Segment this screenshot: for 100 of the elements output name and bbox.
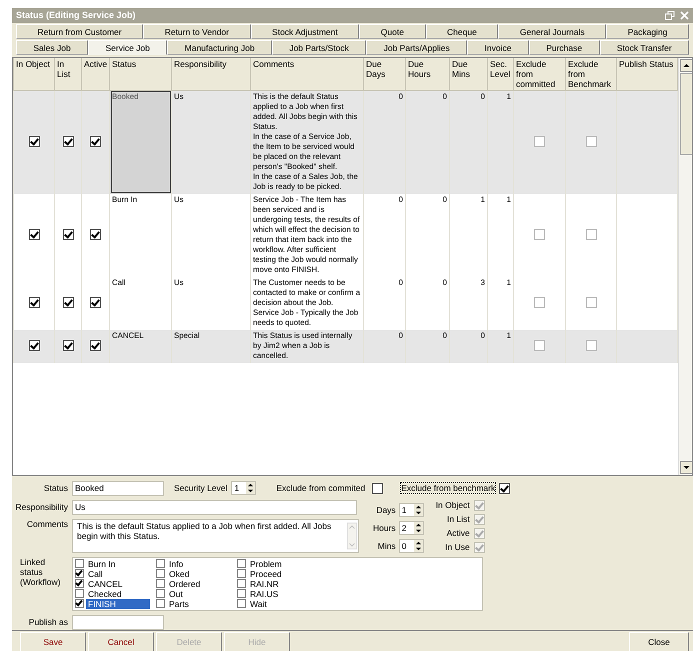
checkbox[interactable] xyxy=(237,579,246,588)
checkbox[interactable] xyxy=(90,229,101,240)
duration-spinner[interactable]: 1 xyxy=(398,502,424,517)
checkbox[interactable] xyxy=(90,136,101,148)
field-label: Security Level xyxy=(174,483,228,494)
checkbox[interactable] xyxy=(534,136,545,148)
checkbox[interactable] xyxy=(28,340,40,352)
restore-icon[interactable] xyxy=(665,10,675,20)
checkbox[interactable] xyxy=(75,579,84,588)
checkbox[interactable] xyxy=(75,559,84,568)
checkbox[interactable] xyxy=(75,569,84,578)
checkbox[interactable] xyxy=(156,589,165,598)
tab[interactable]: Sales Job xyxy=(16,40,88,55)
checkbox[interactable] xyxy=(28,297,40,308)
field-label: Publish as xyxy=(28,617,68,628)
window-title: Status (Editing Service Job) xyxy=(16,10,136,20)
checkbox[interactable] xyxy=(62,340,74,352)
checkbox[interactable] xyxy=(586,136,596,148)
checkbox[interactable] xyxy=(28,136,40,148)
list-item[interactable]: Call xyxy=(86,568,150,579)
column-header[interactable]: Exclude from Benchmark xyxy=(566,58,616,90)
tab[interactable]: Quote xyxy=(359,24,426,39)
checkbox[interactable] xyxy=(237,569,246,578)
comments-field[interactable]: This is the default Status applied to a Job when first added. All Jobs begin with this Status. xyxy=(72,518,359,553)
tab[interactable]: Cheque xyxy=(426,24,498,39)
column-header[interactable]: Due Hours xyxy=(406,58,450,90)
tab[interactable]: Purchase xyxy=(528,40,600,55)
list-item[interactable]: RAI.US xyxy=(248,588,312,599)
list-item[interactable]: Proceed xyxy=(248,568,312,579)
checkbox[interactable] xyxy=(237,599,246,608)
column-header[interactable]: Due Days xyxy=(364,58,406,90)
column-header[interactable]: Exclude from committed xyxy=(514,58,566,90)
list-item[interactable]: Problem xyxy=(248,558,312,569)
list-item[interactable]: FINISH xyxy=(86,598,150,609)
tab[interactable]: Manufacturing Job xyxy=(167,40,272,55)
list-item[interactable]: Parts xyxy=(167,598,231,609)
tab[interactable]: Job Parts/Stock xyxy=(272,40,366,55)
column-header[interactable]: Due Mins xyxy=(450,58,488,90)
list-item[interactable]: Wait xyxy=(248,598,312,609)
tab[interactable]: Invoice xyxy=(467,40,529,55)
column-header[interactable]: Publish Status xyxy=(616,58,678,90)
column-header[interactable]: Status xyxy=(110,58,172,90)
list-item[interactable]: RAI.NR xyxy=(248,578,312,589)
tab[interactable]: Stock Adjustment xyxy=(250,24,360,39)
tab[interactable]: General Journals xyxy=(498,24,606,39)
duration-spinner[interactable]: 2 xyxy=(398,520,424,535)
list-item[interactable]: Info xyxy=(167,558,231,569)
column-header[interactable]: Comments xyxy=(250,58,364,90)
dialog-button[interactable]: Save xyxy=(20,632,86,651)
checkbox[interactable] xyxy=(372,482,384,494)
field-label: Comments xyxy=(26,518,68,529)
checkbox[interactable] xyxy=(586,340,596,352)
status-field[interactable]: Booked xyxy=(72,480,164,496)
column-header[interactable]: In List xyxy=(54,58,82,90)
checkbox[interactable] xyxy=(586,297,596,308)
column-header[interactable]: In Object xyxy=(14,58,54,90)
column-header[interactable]: Responsibility xyxy=(172,58,250,90)
tab[interactable]: Return to Vendor xyxy=(143,24,251,39)
list-item[interactable]: Checked xyxy=(86,588,150,599)
scroll-up-icon[interactable] xyxy=(680,58,692,72)
checkbox[interactable] xyxy=(90,340,101,352)
duration-spinner[interactable]: 0 xyxy=(398,538,424,553)
checkbox[interactable] xyxy=(62,136,74,148)
checkbox[interactable] xyxy=(499,482,510,494)
dialog-button[interactable]: Cancel xyxy=(88,632,154,651)
tab[interactable]: Packaging xyxy=(606,24,689,39)
checkbox[interactable] xyxy=(75,589,84,598)
checkbox[interactable] xyxy=(237,589,246,598)
checkbox[interactable] xyxy=(156,569,165,578)
checkbox[interactable] xyxy=(156,559,165,568)
checkbox[interactable] xyxy=(156,599,165,608)
vertical-scrollbar[interactable] xyxy=(678,58,692,475)
list-item[interactable]: Ordered xyxy=(167,578,231,589)
checkbox[interactable] xyxy=(534,297,545,308)
list-item[interactable]: Oked xyxy=(167,568,231,579)
close-button[interactable]: Close xyxy=(629,632,689,651)
tab[interactable]: Service Job xyxy=(88,40,168,55)
column-header[interactable]: Sec. Level xyxy=(488,58,514,90)
checkbox[interactable] xyxy=(534,229,545,240)
tab[interactable]: Stock Transfer xyxy=(600,40,690,55)
checkbox[interactable] xyxy=(534,340,545,352)
checkbox[interactable] xyxy=(28,229,40,240)
checkbox[interactable] xyxy=(75,599,84,608)
scroll-down-icon[interactable] xyxy=(680,460,692,474)
publish-as-field[interactable] xyxy=(72,614,164,630)
list-item[interactable]: Burn In xyxy=(86,558,150,569)
column-header[interactable]: Active xyxy=(82,58,110,90)
list-item[interactable]: Out xyxy=(167,588,231,599)
checkbox[interactable] xyxy=(62,297,74,308)
checkbox[interactable] xyxy=(156,579,165,588)
tab[interactable]: Job Parts/Applies xyxy=(366,40,468,55)
checkbox[interactable] xyxy=(237,559,246,568)
list-item[interactable]: CANCEL xyxy=(86,578,150,589)
checkbox[interactable] xyxy=(90,297,101,308)
tab[interactable]: Return from Customer xyxy=(16,24,144,39)
security-level-spinner[interactable]: 1 xyxy=(231,481,256,496)
checkbox[interactable] xyxy=(586,229,596,240)
checkbox[interactable] xyxy=(62,229,74,240)
responsibility-field[interactable]: Us xyxy=(72,500,357,515)
close-icon[interactable] xyxy=(680,10,689,20)
